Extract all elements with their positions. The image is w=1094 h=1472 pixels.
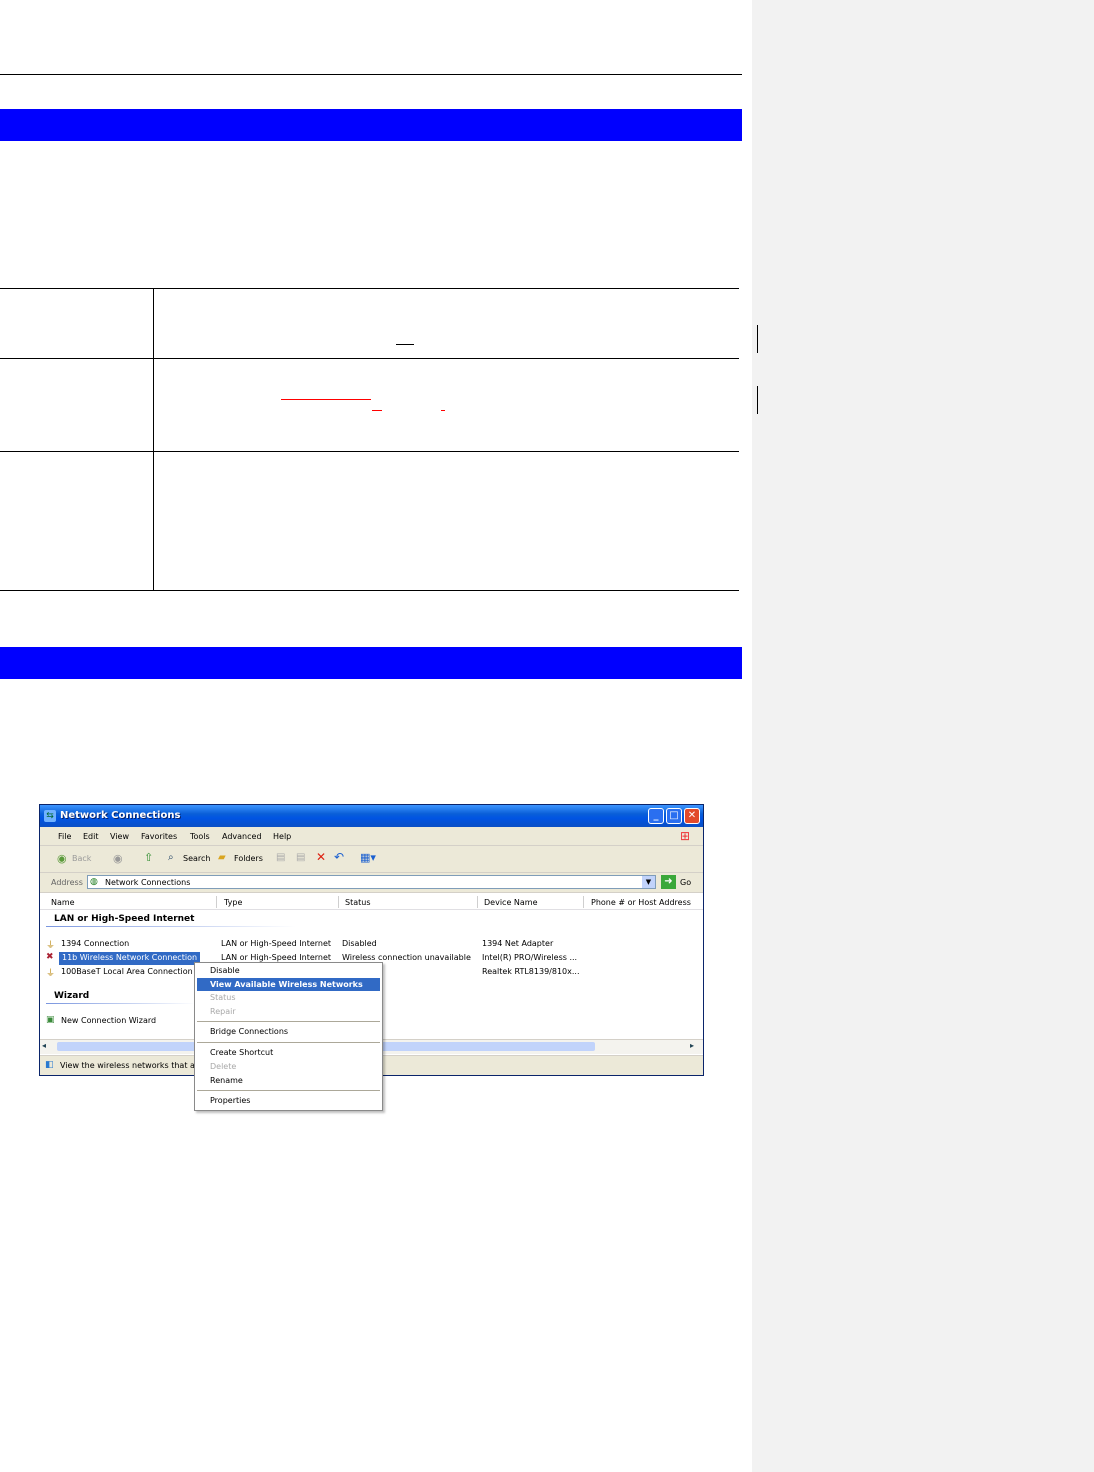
minimize-button[interactable]: _ — [648, 808, 664, 824]
menu-edit[interactable]: Edit — [83, 832, 99, 841]
go-icon[interactable]: ➜ — [661, 875, 676, 889]
menu-separator — [197, 1042, 380, 1043]
column-header-type[interactable]: Type — [224, 898, 242, 907]
back-button[interactable]: Back — [72, 854, 91, 863]
comment-margin-panel — [752, 0, 1094, 1472]
menu-item-rename[interactable]: Rename — [210, 1076, 243, 1085]
device-name: 1394 Net Adapter — [482, 939, 554, 948]
group-header-wizard: Wizard — [54, 991, 90, 1001]
connection-name: New Connection Wizard — [61, 1016, 157, 1025]
group-divider — [46, 926, 296, 927]
device-name: Realtek RTL8139/810x... — [482, 967, 580, 976]
change-bar — [757, 386, 758, 414]
address-bar: Address ◍ Network Connections ▼ ➜ Go — [40, 873, 703, 893]
move-to-icon[interactable]: ▤ — [276, 852, 285, 863]
delete-icon[interactable]: ✕ — [316, 850, 326, 864]
change-bar — [757, 325, 758, 353]
scroll-right-icon[interactable]: ▸ — [690, 1041, 694, 1050]
wizard-icon: ▣ — [46, 1015, 55, 1025]
table-row-divider — [0, 358, 739, 359]
connection-status: Disabled — [342, 939, 377, 948]
revision-underline — [372, 410, 382, 411]
table-border-bottom — [0, 590, 739, 591]
maximize-button[interactable]: □ — [666, 808, 682, 824]
toolbar: ◉ Back ◉ ⇧ ⌕ Search ▰ Folders ▤ ▤ ✕ ↶ ▦▾ — [40, 846, 703, 873]
section-heading-bar-2 — [0, 647, 742, 679]
column-header-phone[interactable]: Phone # or Host Address — [591, 898, 691, 907]
connection-name: 1394 Connection — [61, 939, 130, 948]
menu-advanced[interactable]: Advanced — [222, 832, 262, 841]
back-icon[interactable]: ◉ — [57, 852, 67, 865]
search-icon[interactable]: ⌕ — [168, 852, 174, 863]
column-separator[interactable] — [338, 896, 339, 908]
up-icon[interactable]: ⇧ — [144, 851, 153, 864]
text-underline-mark — [396, 344, 414, 345]
menu-item-properties[interactable]: Properties — [210, 1096, 250, 1105]
list-item[interactable]: ⏚ 1394 Connection LAN or High-Speed Inte… — [40, 938, 703, 951]
menu-item-status[interactable]: Status — [210, 993, 236, 1002]
connection-type: LAN or High-Speed Internet — [221, 953, 332, 962]
lan-icon: ⏚ — [46, 969, 56, 979]
menu-view[interactable]: View — [110, 832, 129, 841]
revision-underline — [441, 410, 445, 411]
network-icon: ◍ — [90, 877, 98, 887]
context-menu: Disable View Available Wireless Networks… — [194, 962, 383, 1111]
connection-name: 11b Wireless Network Connection — [59, 952, 201, 965]
search-button[interactable]: Search — [183, 854, 210, 863]
lan-icon: ⏚ — [46, 941, 56, 951]
menu-item-view-available-wireless-networks[interactable]: View Available Wireless Networks — [210, 980, 363, 989]
menu-separator — [197, 1021, 380, 1022]
folder-icon[interactable]: ▰ — [218, 852, 226, 863]
table-row-divider — [0, 451, 739, 452]
menu-bar: File Edit View Favorites Tools Advanced … — [40, 827, 703, 846]
device-name: Intel(R) PRO/Wireless ... — [482, 953, 578, 962]
menu-item-create-shortcut[interactable]: Create Shortcut — [210, 1048, 273, 1057]
close-button[interactable]: ✕ — [684, 808, 700, 824]
copy-to-icon[interactable]: ▤ — [296, 852, 305, 863]
section-heading-bar-1 — [0, 109, 742, 141]
menu-tools[interactable]: Tools — [190, 832, 210, 841]
connection-name: 100BaseT Local Area Connection — [61, 967, 193, 976]
column-separator[interactable] — [477, 896, 478, 908]
network-icon: ⇆ — [44, 810, 56, 822]
column-header-status[interactable]: Status — [345, 898, 371, 907]
column-separator[interactable] — [583, 896, 584, 908]
info-icon: ◧ — [45, 1060, 54, 1070]
go-button[interactable]: Go — [680, 878, 691, 887]
group-header-lan: LAN or High-Speed Internet — [54, 914, 195, 924]
forward-icon[interactable]: ◉ — [113, 852, 123, 865]
menu-item-repair[interactable]: Repair — [210, 1007, 236, 1016]
scroll-left-icon[interactable]: ◂ — [42, 1041, 46, 1050]
header-rule — [0, 74, 742, 75]
menu-help[interactable]: Help — [273, 832, 291, 841]
folders-button[interactable]: Folders — [234, 854, 263, 863]
wireless-icon: ✖ — [46, 952, 54, 962]
connection-type: LAN or High-Speed Internet — [221, 939, 332, 948]
table-border-top — [0, 288, 739, 289]
title-bar: ⇆ Network Connections _ □ ✕ — [40, 805, 703, 827]
menu-item-delete[interactable]: Delete — [210, 1062, 236, 1071]
table-column-divider — [153, 288, 154, 591]
address-label: Address — [51, 878, 83, 887]
address-value: Network Connections — [105, 878, 191, 887]
windows-logo-icon: ⊞ — [680, 829, 691, 843]
column-header-name[interactable]: Name — [51, 898, 75, 907]
menu-favorites[interactable]: Favorites — [141, 832, 177, 841]
group-divider — [46, 1003, 196, 1004]
undo-icon[interactable]: ↶ — [334, 850, 344, 864]
chevron-down-icon[interactable]: ▼ — [642, 876, 655, 888]
connection-status: Wireless connection unavailable — [342, 953, 471, 962]
column-header-row: Name Type Status Device Name Phone # or … — [40, 895, 703, 910]
views-icon[interactable]: ▦▾ — [360, 851, 376, 864]
menu-item-disable[interactable]: Disable — [210, 966, 240, 975]
revision-underline — [281, 399, 371, 400]
column-separator[interactable] — [216, 896, 217, 908]
menu-file[interactable]: File — [58, 832, 71, 841]
address-input[interactable]: ◍ Network Connections ▼ — [87, 875, 656, 889]
menu-item-bridge-connections[interactable]: Bridge Connections — [210, 1027, 288, 1036]
menu-separator — [197, 1090, 380, 1091]
column-header-device-name[interactable]: Device Name — [484, 898, 538, 907]
status-text: View the wireless networks that are — [60, 1061, 203, 1070]
window-title: Network Connections — [60, 810, 181, 821]
